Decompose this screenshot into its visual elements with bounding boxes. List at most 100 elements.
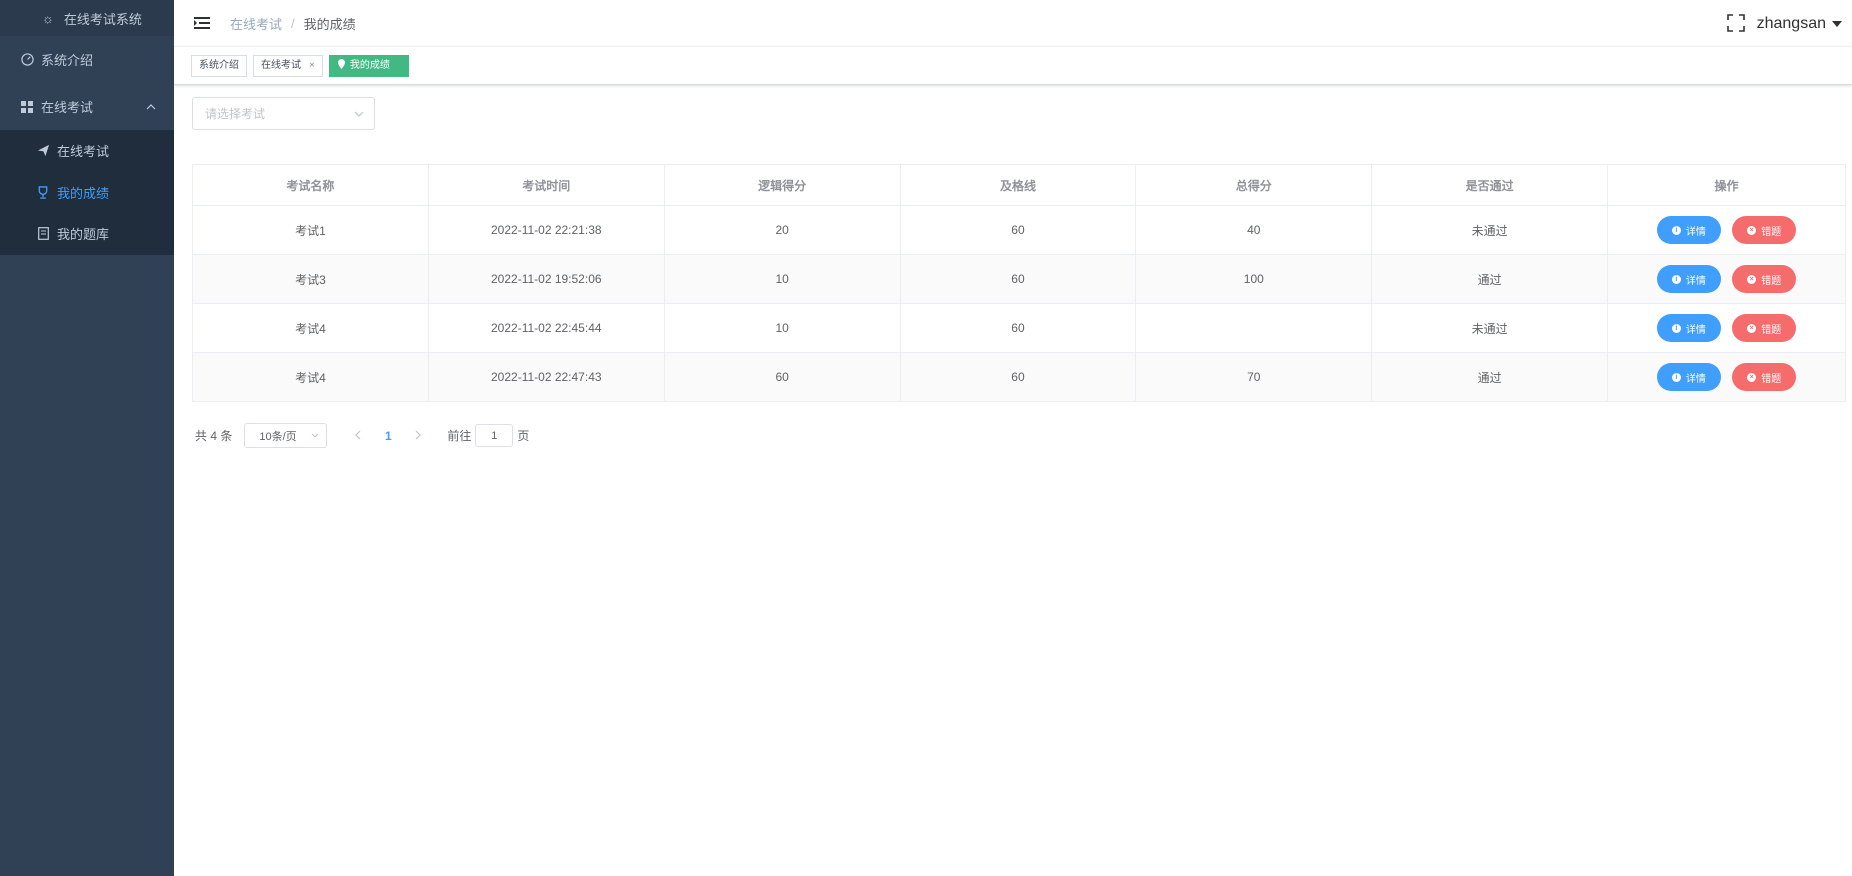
tag-my-scores[interactable]: 我的成绩 bbox=[328, 54, 409, 77]
cell-actions: i 详情 × 错题 bbox=[1607, 352, 1846, 402]
detail-button[interactable]: i 详情 bbox=[1656, 363, 1721, 391]
cell-passed: 未通过 bbox=[1371, 205, 1609, 255]
right-menu: zhangsan bbox=[1726, 0, 1842, 47]
detail-button[interactable]: i 详情 bbox=[1656, 216, 1721, 244]
tag-intro[interactable]: 系统介绍 bbox=[191, 54, 247, 77]
cell-time: 2022-11-02 22:45:44 bbox=[427, 303, 665, 353]
cell-name: 考试4 bbox=[192, 303, 429, 353]
breadcrumb-item[interactable]: 在线考试 bbox=[230, 14, 282, 33]
location-pin-icon bbox=[337, 56, 345, 76]
column-header: 操作 bbox=[1607, 164, 1846, 206]
book-icon bbox=[36, 227, 50, 241]
chevron-up-icon bbox=[146, 101, 156, 113]
prev-page-button[interactable] bbox=[343, 429, 373, 443]
goto-page-input[interactable] bbox=[475, 424, 514, 447]
info-icon: i bbox=[1671, 274, 1681, 284]
cell-actions: i 详情 × 错题 bbox=[1607, 205, 1846, 255]
main-area: 在线考试 / 我的成绩 zhangsan 系统介绍 在线考试 × 我的成绩 请选… bbox=[174, 0, 1852, 876]
sidebar-item-label: 系统介绍 bbox=[41, 53, 94, 68]
table-header-row: 考试名称 考试时间 逻辑得分 及格线 总得分 是否通过 操作 bbox=[192, 164, 1846, 206]
info-icon: i bbox=[1671, 225, 1681, 235]
close-circle-icon: × bbox=[1747, 323, 1757, 333]
tag-label: 我的成绩 bbox=[349, 59, 390, 71]
sidebar-item-label: 我的题库 bbox=[57, 227, 110, 243]
wrong-questions-button[interactable]: × 错题 bbox=[1732, 216, 1797, 244]
detail-button[interactable]: i 详情 bbox=[1656, 314, 1721, 342]
cell-time: 2022-11-02 19:52:06 bbox=[427, 254, 665, 304]
breadcrumb-separator: / bbox=[291, 15, 295, 31]
exam-select[interactable]: 请选择考试 bbox=[192, 97, 375, 130]
column-header: 及格线 bbox=[899, 164, 1137, 206]
cell-passline: 60 bbox=[899, 254, 1137, 304]
next-page-button[interactable] bbox=[403, 429, 433, 443]
sidebar-item-intro[interactable]: 系统介绍 bbox=[0, 36, 174, 83]
sidebar-item-my-scores[interactable]: 我的成绩 bbox=[0, 171, 174, 213]
pagination: 共 4 条 10条/页 1 前往 页 bbox=[192, 423, 1844, 448]
chevron-down-icon bbox=[311, 430, 319, 441]
wrong-questions-button[interactable]: × 错题 bbox=[1732, 363, 1797, 391]
cell-time: 2022-11-02 22:21:38 bbox=[427, 205, 665, 255]
close-icon[interactable]: × bbox=[309, 56, 315, 76]
exam-select-placeholder: 请选择考试 bbox=[205, 107, 266, 121]
cell-logic: 10 bbox=[663, 254, 901, 304]
brand: ☼ 在线考试系统 bbox=[0, 0, 174, 36]
wrong-questions-button[interactable]: × 错题 bbox=[1732, 265, 1797, 293]
breadcrumb-item-current: 我的成绩 bbox=[303, 16, 356, 32]
sidebar-item-exam-group[interactable]: 在线考试 bbox=[0, 83, 174, 130]
sidebar-item-label: 在线考试 bbox=[57, 144, 110, 160]
close-circle-icon: × bbox=[1747, 274, 1757, 284]
user-dropdown[interactable]: zhangsan bbox=[1757, 15, 1842, 33]
goto-suffix: 页 bbox=[517, 429, 530, 443]
page-number[interactable]: 1 bbox=[373, 429, 403, 443]
table-row: 考试1 2022-11-02 22:21:38 20 60 40 未通过 i 详情… bbox=[192, 205, 1846, 255]
trophy-icon bbox=[36, 186, 50, 199]
wrong-questions-button[interactable]: × 错题 bbox=[1732, 314, 1797, 342]
cell-name: 考试3 bbox=[192, 254, 429, 304]
page-size-select[interactable]: 10条/页 bbox=[244, 423, 328, 448]
detail-button[interactable]: i 详情 bbox=[1656, 265, 1721, 293]
page-jumper: 前往 页 bbox=[447, 424, 529, 447]
cell-passed: 通过 bbox=[1371, 254, 1609, 304]
sidebar-item-online-exam[interactable]: 在线考试 bbox=[0, 130, 174, 172]
sun-icon: ☼ bbox=[42, 10, 54, 26]
close-circle-icon: × bbox=[1747, 372, 1757, 382]
hamburger-icon[interactable] bbox=[174, 0, 230, 47]
paper-plane-icon bbox=[36, 144, 50, 157]
column-header: 考试时间 bbox=[427, 164, 665, 206]
cell-passed: 通过 bbox=[1371, 352, 1609, 402]
button-label: 错题 bbox=[1761, 226, 1782, 238]
sidebar-item-my-bank[interactable]: 我的题库 bbox=[0, 213, 174, 255]
tag-label: 系统介绍 bbox=[199, 59, 239, 71]
fullscreen-icon[interactable] bbox=[1726, 13, 1747, 34]
column-header: 逻辑得分 bbox=[663, 164, 901, 206]
table-row: 考试4 2022-11-02 22:47:43 60 60 70 通过 i 详情 … bbox=[192, 352, 1846, 402]
column-header: 总得分 bbox=[1135, 164, 1373, 206]
username: zhangsan bbox=[1756, 14, 1826, 32]
cell-passline: 60 bbox=[899, 352, 1137, 402]
cell-passed: 未通过 bbox=[1371, 303, 1609, 353]
cell-time: 2022-11-02 22:47:43 bbox=[427, 352, 665, 402]
button-label: 错题 bbox=[1761, 373, 1782, 385]
close-circle-icon: × bbox=[1747, 225, 1757, 235]
button-label: 详情 bbox=[1685, 324, 1706, 336]
content: 请选择考试 考试名称 考试时间 逻辑得分 及格线 总得分 是否通过 操作 考试1… bbox=[174, 85, 1852, 448]
cell-actions: i 详情 × 错题 bbox=[1607, 254, 1846, 304]
button-label: 详情 bbox=[1685, 226, 1706, 238]
page-size-value: 10条/页 bbox=[259, 430, 297, 443]
cell-logic: 60 bbox=[663, 352, 901, 402]
cell-total: 40 bbox=[1135, 205, 1373, 255]
column-header: 考试名称 bbox=[192, 164, 429, 206]
caret-down-icon bbox=[1832, 18, 1842, 30]
button-label: 错题 bbox=[1761, 324, 1782, 336]
sidebar-item-label: 在线考试 bbox=[41, 100, 94, 115]
tag-online-exam[interactable]: 在线考试 × bbox=[253, 54, 323, 77]
tag-label: 在线考试 bbox=[261, 59, 301, 71]
breadcrumb: 在线考试 / 我的成绩 bbox=[230, 14, 356, 33]
button-label: 详情 bbox=[1685, 373, 1706, 385]
button-label: 详情 bbox=[1685, 275, 1706, 287]
tags-view: 系统介绍 在线考试 × 我的成绩 bbox=[174, 47, 1852, 85]
cell-logic: 20 bbox=[663, 205, 901, 255]
sidebar: ☼ 在线考试系统 系统介绍 在线考试 在线考试 我的成绩 我的题库 bbox=[0, 0, 174, 876]
info-icon: i bbox=[1671, 372, 1681, 382]
table-row: 考试3 2022-11-02 19:52:06 10 60 100 通过 i 详情… bbox=[192, 254, 1846, 304]
